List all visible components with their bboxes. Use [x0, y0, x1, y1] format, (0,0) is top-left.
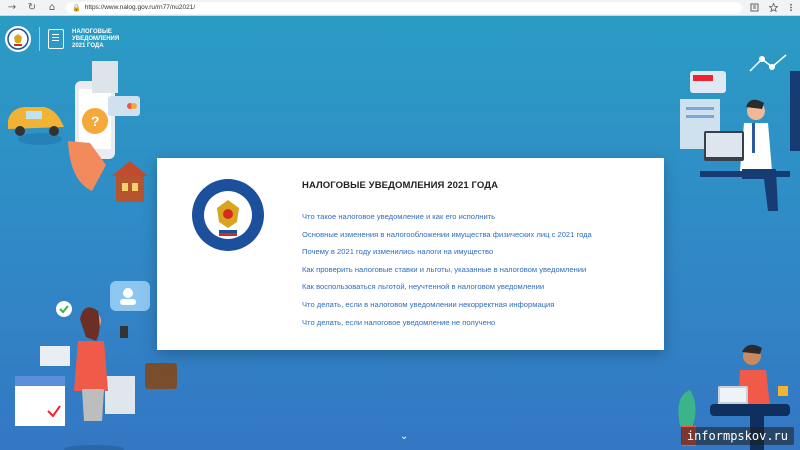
left-top-illustration: ?: [8, 61, 148, 202]
list-item: Почему в 2021 году изменились налоги на …: [302, 241, 592, 259]
lock-icon: 🔒: [72, 3, 81, 12]
address-bar[interactable]: 🔒 https://www.nalog.gov.ru/rn77/nu2021/: [66, 1, 742, 14]
list-item: Основные изменения в налогообложении иму…: [302, 224, 592, 242]
list-item: Что делать, если в налоговом уведомлении…: [302, 294, 592, 312]
svg-text:?: ?: [91, 113, 100, 129]
faq-link[interactable]: Что делать, если налоговое уведомление н…: [302, 318, 495, 327]
reload-icon[interactable]: ↻: [26, 1, 38, 15]
reader-icon[interactable]: [750, 3, 759, 12]
chevron-down-icon[interactable]: ⌄: [400, 431, 408, 442]
menu-icon[interactable]: [788, 3, 794, 12]
faq-link[interactable]: Как проверить налоговые ставки и льготы,…: [302, 265, 586, 274]
site-logo[interactable]: НАЛОГОВЫЕ УВЕДОМЛЕНИЯ 2021 ГОДА: [5, 26, 122, 52]
fns-emblem-icon: [5, 26, 31, 52]
page-background: НАЛОГОВЫЕ УВЕДОМЛЕНИЯ 2021 ГОДА ? НАЛОГО…: [0, 16, 800, 450]
fns-seal-icon: [192, 179, 264, 251]
back-icon[interactable]: →: [6, 1, 18, 15]
logo-divider: [39, 27, 40, 51]
notifications-card: НАЛОГОВЫЕ УВЕДОМЛЕНИЯ 2021 ГОДА Что тако…: [157, 158, 664, 350]
list-item: Как воспользоваться льготой, неучтенной …: [302, 276, 592, 294]
faq-links-list: Что такое налоговое уведомление и как ег…: [302, 206, 592, 329]
faq-link[interactable]: Основные изменения в налогообложении иму…: [302, 230, 592, 239]
list-item: Что делать, если налоговое уведомление н…: [302, 312, 592, 330]
notification-doc-icon: [48, 29, 64, 49]
bookmark-star-icon[interactable]: [769, 3, 778, 12]
right-top-illustration: [680, 54, 800, 211]
list-item: Как проверить налоговые ставки и льготы,…: [302, 259, 592, 277]
faq-link[interactable]: Что такое налоговое уведомление и как ег…: [302, 212, 495, 221]
page-title: НАЛОГОВЫЕ УВЕДОМЛЕНИЯ 2021 ГОДА: [302, 180, 499, 191]
home-icon[interactable]: ⌂: [46, 1, 58, 15]
list-item: Что такое налоговое уведомление и как ег…: [302, 206, 592, 224]
faq-link[interactable]: Почему в 2021 году изменились налоги на …: [302, 247, 493, 256]
logo-text: НАЛОГОВЫЕ УВЕДОМЛЕНИЯ 2021 ГОДА: [72, 28, 120, 49]
faq-link[interactable]: Что делать, если в налоговом уведомлении…: [302, 300, 554, 309]
browser-toolbar: → ↻ ⌂ 🔒 https://www.nalog.gov.ru/rn77/nu…: [0, 0, 800, 16]
faq-link[interactable]: Как воспользоваться льготой, неучтенной …: [302, 282, 544, 291]
watermark: informpskov.ru: [680, 427, 794, 445]
url-text: https://www.nalog.gov.ru/rn77/nu2021/: [84, 4, 196, 11]
